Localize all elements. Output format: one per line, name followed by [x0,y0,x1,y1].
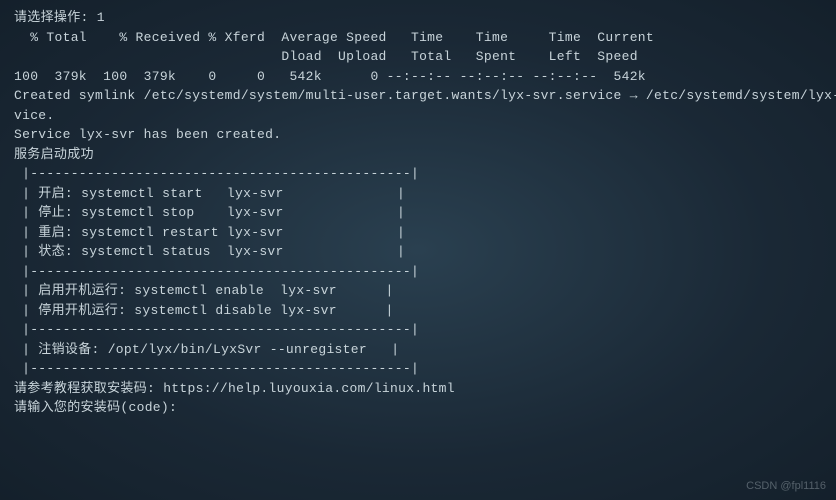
curl-progress: 100 379k 100 379k 0 0 542k 0 --:--:-- --… [14,67,822,87]
watermark: CSDN @fpl1116 [746,478,826,495]
tutorial-url: 请参考教程获取安装码: https://help.luyouxia.com/li… [14,379,822,399]
service-created-message: Service lyx-svr has been created. [14,125,822,145]
cmd-restart: | 重启: systemctl restart lyx-svr | [14,223,822,243]
cmd-enable: | 启用开机运行: systemctl enable lyx-svr | [14,281,822,301]
box-border-mid-2: |---------------------------------------… [14,320,822,340]
box-border-top: |---------------------------------------… [14,164,822,184]
curl-header-2: Dload Upload Total Spent Left Speed [14,47,822,67]
code-input-prompt[interactable]: 请输入您的安装码(code): [14,398,822,418]
cmd-start: | 开启: systemctl start lyx-svr | [14,184,822,204]
box-border-bottom: |---------------------------------------… [14,359,822,379]
cmd-stop: | 停止: systemctl stop lyx-svr | [14,203,822,223]
curl-header-1: % Total % Received % Xferd Average Speed… [14,28,822,48]
symlink-message-2: vice. [14,106,822,126]
cmd-status: | 状态: systemctl status lyx-svr | [14,242,822,262]
box-border-mid-1: |---------------------------------------… [14,262,822,282]
cmd-disable: | 停用开机运行: systemctl disable lyx-svr | [14,301,822,321]
service-start-success: 服务启动成功 [14,145,822,165]
prompt-select-action: 请选择操作: 1 [14,8,822,28]
symlink-message-1: Created symlink /etc/systemd/system/mult… [14,86,822,106]
cmd-unregister: | 注销设备: /opt/lyx/bin/LyxSvr --unregister… [14,340,822,360]
